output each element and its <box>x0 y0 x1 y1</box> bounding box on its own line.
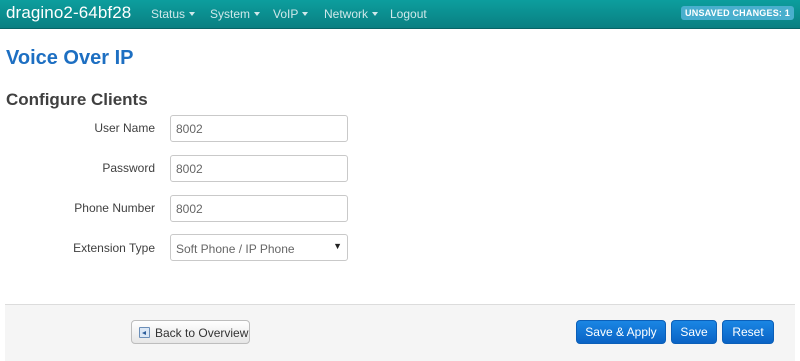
reset-button[interactable]: Reset <box>722 320 774 344</box>
caret-down-icon <box>189 12 196 16</box>
extension-type-value: Soft Phone / IP Phone <box>176 242 295 256</box>
unsaved-changes-badge[interactable]: UNSAVED CHANGES: 1 <box>681 6 794 20</box>
caret-down-icon <box>302 12 309 16</box>
menu-status-label: Status <box>151 7 186 21</box>
dropdown-arrow-icon: ▼ <box>333 241 342 251</box>
extension-type-select[interactable]: Soft Phone / IP Phone ▼ <box>170 234 348 261</box>
menu-voip-label: VoIP <box>273 7 299 21</box>
user-name-label: User Name <box>94 121 155 135</box>
save-apply-button[interactable]: Save & Apply <box>576 320 666 344</box>
phone-number-label: Phone Number <box>74 201 155 215</box>
password-label: Password <box>102 161 155 175</box>
menu-system[interactable]: System <box>210 7 261 21</box>
top-navbar: dragino2-64bf28 Status System VoIP Netwo… <box>0 0 800 29</box>
menu-voip[interactable]: VoIP <box>273 7 309 21</box>
caret-down-icon <box>254 12 261 16</box>
menu-logout[interactable]: Logout <box>390 7 427 21</box>
phone-number-input[interactable] <box>170 195 348 222</box>
section-title: Configure Clients <box>6 90 148 109</box>
brand-hostname[interactable]: dragino2-64bf28 <box>6 3 131 23</box>
back-to-overview-label: Back to Overview <box>155 326 249 340</box>
extension-type-label: Extension Type <box>73 241 155 255</box>
user-name-input[interactable] <box>170 115 348 142</box>
caret-down-icon <box>372 12 379 16</box>
menu-logout-label: Logout <box>390 7 427 21</box>
menu-status[interactable]: Status <box>151 7 196 21</box>
menu-network-label: Network <box>324 7 369 21</box>
back-arrow-icon <box>139 327 150 338</box>
back-to-overview-button[interactable]: Back to Overview <box>131 320 250 344</box>
save-button[interactable]: Save <box>671 320 717 344</box>
menu-system-label: System <box>210 7 251 21</box>
page-title: Voice Over IP <box>6 47 134 69</box>
menu-network[interactable]: Network <box>324 7 379 21</box>
password-input[interactable] <box>170 155 348 182</box>
